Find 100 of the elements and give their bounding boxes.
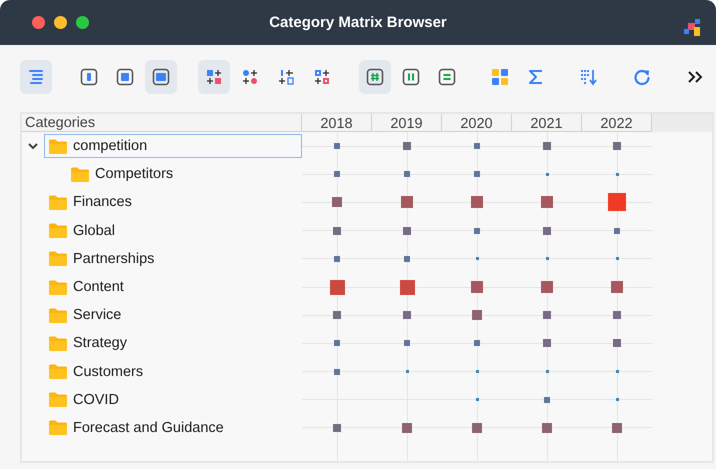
- matrix-square[interactable]: [334, 171, 340, 178]
- sigma-icon: [527, 68, 545, 86]
- matrix-square[interactable]: [404, 340, 410, 346]
- matrix-square[interactable]: [544, 396, 550, 403]
- folder-icon: [71, 166, 89, 182]
- circle-grid-icon: [241, 68, 259, 86]
- folder-icon: [49, 223, 67, 238]
- hash-frame-icon: [366, 68, 384, 86]
- small-frame-icon: [80, 68, 98, 86]
- column-header[interactable]: 2020: [442, 114, 512, 132]
- tree-item[interactable]: Content: [44, 275, 131, 300]
- matrix-square[interactable]: [543, 311, 551, 320]
- matrix-square[interactable]: [334, 368, 340, 375]
- matrix-square[interactable]: [471, 281, 483, 294]
- tree-item[interactable]: competition: [44, 134, 302, 158]
- matrix-square[interactable]: [333, 424, 341, 432]
- column-header[interactable]: Categories: [22, 114, 302, 132]
- matrix-square[interactable]: [476, 398, 478, 402]
- column-header[interactable]: 2018: [302, 114, 372, 132]
- square-grid-icon: [205, 68, 223, 86]
- column-header[interactable]: 2019: [372, 114, 442, 132]
- equals-frame-icon: [438, 68, 456, 86]
- matrix-square[interactable]: [474, 143, 480, 150]
- matrix-square[interactable]: [334, 340, 340, 346]
- tree-item[interactable]: Strategy: [44, 331, 134, 356]
- tree-item[interactable]: Customers: [44, 360, 150, 384]
- tree-item[interactable]: Finances: [44, 190, 139, 214]
- tree-item[interactable]: Service: [44, 303, 128, 328]
- matrix-square[interactable]: [543, 142, 551, 150]
- matrix-square[interactable]: [403, 311, 411, 320]
- matrix-square[interactable]: [332, 197, 342, 208]
- column-header[interactable]: 2021: [512, 114, 582, 132]
- matrix-square[interactable]: [546, 257, 548, 260]
- matrix-square[interactable]: [472, 310, 482, 320]
- toolbar-button[interactable]: [359, 60, 391, 94]
- matrix-square[interactable]: [616, 370, 618, 374]
- matrix-square[interactable]: [616, 257, 618, 260]
- matrix-square[interactable]: [474, 171, 480, 178]
- matrix-square[interactable]: [334, 256, 340, 262]
- matrix-square[interactable]: [616, 398, 618, 402]
- matrix-square[interactable]: [400, 280, 414, 295]
- folder-icon: [49, 392, 67, 408]
- folder-icon: [49, 280, 67, 295]
- matrix-square[interactable]: [471, 196, 483, 208]
- large-frame-icon: [152, 68, 170, 86]
- matrix-square[interactable]: [401, 196, 413, 208]
- matrix-square[interactable]: [614, 228, 620, 234]
- matrix-square[interactable]: [476, 370, 478, 374]
- matrix-square[interactable]: [476, 257, 478, 260]
- matrix-square[interactable]: [333, 226, 341, 235]
- tree-item[interactable]: COVID: [44, 388, 126, 412]
- medium-frame-icon: [116, 68, 134, 86]
- matrix-square[interactable]: [546, 370, 548, 374]
- zoom-button[interactable]: [76, 16, 89, 29]
- matrix-square[interactable]: [611, 281, 623, 294]
- matrix-square[interactable]: [330, 280, 344, 295]
- matrix-square[interactable]: [404, 171, 410, 178]
- matrix-square[interactable]: [613, 142, 621, 150]
- matrix-square[interactable]: [613, 339, 621, 348]
- folder-icon: [49, 336, 67, 351]
- matrix-square[interactable]: [333, 311, 341, 320]
- tree-item[interactable]: Global: [44, 218, 122, 243]
- matrix-square[interactable]: [403, 226, 411, 235]
- matrix-square[interactable]: [543, 226, 551, 235]
- tree-item[interactable]: Partnerships: [44, 246, 162, 271]
- tree-item[interactable]: Forecast and Guidance: [44, 416, 231, 440]
- matrix-square[interactable]: [543, 339, 551, 348]
- matrix-square[interactable]: [404, 256, 410, 262]
- tree-item[interactable]: Competitors: [66, 162, 180, 186]
- window-title: Category Matrix Browser: [269, 14, 447, 31]
- matrix-square[interactable]: [334, 143, 340, 150]
- column-header[interactable]: 2022: [582, 114, 652, 132]
- close-button[interactable]: [32, 16, 45, 29]
- matrix-square[interactable]: [403, 142, 411, 150]
- matrix-square[interactable]: [474, 228, 480, 234]
- matrix-square[interactable]: [612, 422, 622, 433]
- matrix-square[interactable]: [472, 422, 482, 433]
- folder-icon: [49, 364, 67, 380]
- folder-icon: [49, 138, 67, 154]
- folder-icon: [49, 251, 67, 266]
- refresh-icon: [633, 68, 651, 86]
- matrix-square[interactable]: [402, 422, 412, 433]
- matrix-square[interactable]: [541, 281, 553, 294]
- toolbar-button[interactable]: [145, 60, 177, 94]
- pause-frame-icon: [402, 68, 420, 86]
- matrix-square[interactable]: [613, 311, 621, 320]
- matrix-square[interactable]: [546, 172, 548, 176]
- folder-icon: [49, 194, 67, 210]
- folder-icon: [49, 420, 67, 436]
- matrix-square[interactable]: [474, 340, 480, 346]
- matrix-square[interactable]: [608, 193, 626, 212]
- tiles-icon: [491, 68, 509, 86]
- matrix-square[interactable]: [616, 172, 618, 176]
- matrix-square[interactable]: [541, 196, 553, 208]
- matrix-square[interactable]: [542, 422, 552, 433]
- toolbar-button[interactable]: [198, 60, 230, 94]
- filled-mark-grid-icon: [313, 68, 331, 86]
- minimize-button[interactable]: [54, 16, 67, 29]
- app-logo-icon: [684, 18, 702, 36]
- matrix-square[interactable]: [406, 370, 408, 374]
